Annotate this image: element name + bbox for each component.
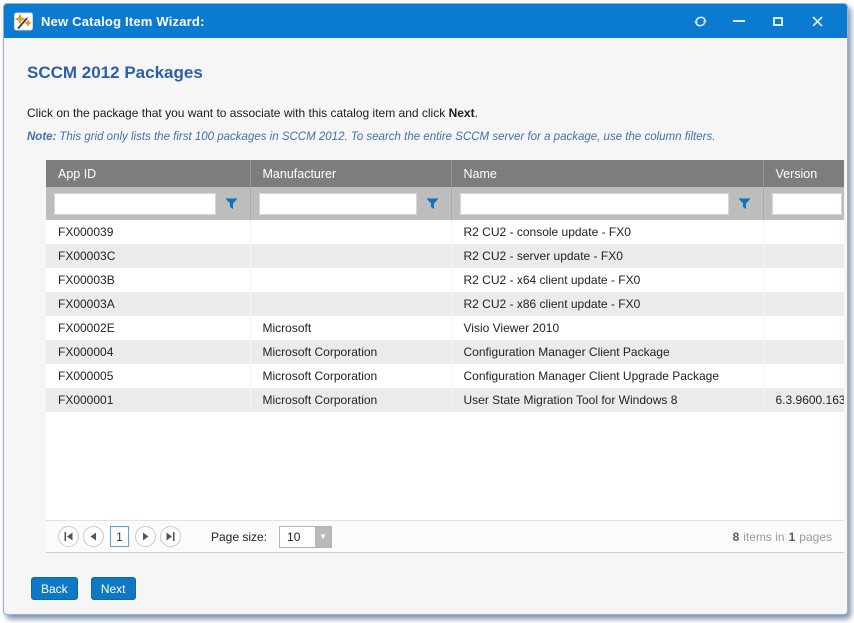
cell-manufacturer[interactable] bbox=[250, 292, 451, 316]
current-page-indicator[interactable]: 1 bbox=[110, 526, 129, 547]
table-row[interactable]: FX00003B R2 CU2 - x64 client update - FX… bbox=[46, 268, 844, 292]
filter-icon[interactable] bbox=[426, 198, 439, 210]
page-title: SCCM 2012 Packages bbox=[27, 63, 847, 83]
instruction-prefix: Click on the package that you want to as… bbox=[27, 106, 449, 120]
cell-manufacturer[interactable] bbox=[250, 268, 451, 292]
page-size-value: 10 bbox=[280, 527, 315, 547]
cell-name[interactable]: R2 CU2 - x64 client update - FX0 bbox=[451, 268, 763, 292]
cell-name[interactable]: R2 CU2 - console update - FX0 bbox=[451, 220, 763, 244]
next-button[interactable]: Next bbox=[91, 577, 136, 600]
screen: New Catalog Item Wizard: bbox=[0, 0, 854, 623]
packages-grid: App ID Manufacturer Name Version bbox=[46, 160, 844, 553]
pages-count: 1 bbox=[789, 530, 796, 544]
titlebar: New Catalog Item Wizard: bbox=[4, 4, 847, 38]
column-header-app-id[interactable]: App ID bbox=[46, 160, 250, 187]
table-row[interactable]: FX000001 Microsoft Corporation User Stat… bbox=[46, 388, 844, 412]
instruction-suffix: . bbox=[475, 106, 478, 120]
cell-name[interactable]: Visio Viewer 2010 bbox=[451, 316, 763, 340]
cell-manufacturer[interactable]: Microsoft Corporation bbox=[250, 388, 451, 412]
cell-app-id[interactable]: FX000039 bbox=[46, 220, 250, 244]
cell-version[interactable] bbox=[763, 220, 844, 244]
table-row[interactable]: FX000004 Microsoft Corporation Configura… bbox=[46, 340, 844, 364]
cell-app-id[interactable]: FX000001 bbox=[46, 388, 250, 412]
last-page-button[interactable] bbox=[160, 526, 181, 547]
wizard-window: New Catalog Item Wizard: bbox=[3, 3, 848, 615]
table-row[interactable]: FX00002E Microsoft Visio Viewer 2010 bbox=[46, 316, 844, 340]
column-header-version[interactable]: Version bbox=[763, 160, 844, 187]
filter-icon[interactable] bbox=[225, 198, 238, 210]
grid-clip: App ID Manufacturer Name Version bbox=[46, 160, 844, 412]
chevron-down-icon[interactable]: ▼ bbox=[315, 527, 331, 547]
note-label: Note: bbox=[27, 131, 56, 143]
cell-version[interactable] bbox=[763, 244, 844, 268]
cell-name[interactable]: R2 CU2 - x86 client update - FX0 bbox=[451, 292, 763, 316]
close-icon[interactable] bbox=[809, 13, 825, 29]
cell-name[interactable]: User State Migration Tool for Windows 8 bbox=[451, 388, 763, 412]
previous-page-button[interactable] bbox=[83, 526, 104, 547]
cell-manufacturer[interactable] bbox=[250, 220, 451, 244]
cell-manufacturer[interactable]: Microsoft bbox=[250, 316, 451, 340]
items-count: 8 bbox=[733, 530, 740, 544]
cell-manufacturer[interactable]: Microsoft Corporation bbox=[250, 340, 451, 364]
table-row[interactable]: FX00003A R2 CU2 - x86 client update - FX… bbox=[46, 292, 844, 316]
items-word: items in bbox=[743, 530, 784, 544]
cell-version[interactable] bbox=[763, 364, 844, 388]
filter-icon[interactable] bbox=[738, 198, 751, 210]
cell-name[interactable]: R2 CU2 - server update - FX0 bbox=[451, 244, 763, 268]
cell-app-id[interactable]: FX000005 bbox=[46, 364, 250, 388]
maximize-icon[interactable] bbox=[770, 13, 786, 29]
next-page-button[interactable] bbox=[135, 526, 156, 547]
pager-bar: 1 Page size: 10 ▼ 8 items in bbox=[46, 520, 844, 552]
note-body: This grid only lists the first 100 packa… bbox=[59, 131, 715, 143]
page-size-dropdown[interactable]: 10 ▼ bbox=[279, 526, 332, 548]
window-controls bbox=[692, 13, 825, 29]
grid-empty-area bbox=[46, 412, 844, 520]
table-row[interactable]: FX000039 R2 CU2 - console update - FX0 bbox=[46, 220, 844, 244]
cell-version[interactable] bbox=[763, 292, 844, 316]
instruction-text: Click on the package that you want to as… bbox=[27, 106, 847, 120]
cell-manufacturer[interactable] bbox=[250, 244, 451, 268]
wizard-app-icon bbox=[14, 12, 33, 31]
name-filter-input[interactable] bbox=[460, 193, 729, 215]
cell-version[interactable] bbox=[763, 340, 844, 364]
cell-app-id[interactable]: FX00003C bbox=[46, 244, 250, 268]
cell-app-id[interactable]: FX00003A bbox=[46, 292, 250, 316]
pager-summary: 8 items in 1 pages bbox=[733, 530, 832, 544]
cell-version[interactable]: 6.3.9600.16384 bbox=[763, 388, 844, 412]
column-header-manufacturer[interactable]: Manufacturer bbox=[250, 160, 451, 187]
grid-header-row: App ID Manufacturer Name Version bbox=[46, 160, 844, 187]
app-id-filter-input[interactable] bbox=[54, 193, 216, 215]
cell-app-id[interactable]: FX00003B bbox=[46, 268, 250, 292]
table-row[interactable]: FX00003C R2 CU2 - server update - FX0 bbox=[46, 244, 844, 268]
grid-filter-row bbox=[46, 187, 844, 220]
column-header-name[interactable]: Name bbox=[451, 160, 763, 187]
cell-manufacturer[interactable]: Microsoft Corporation bbox=[250, 364, 451, 388]
window-title: New Catalog Item Wizard: bbox=[41, 14, 205, 29]
cell-app-id[interactable]: FX000004 bbox=[46, 340, 250, 364]
cell-version[interactable] bbox=[763, 268, 844, 292]
note-text: Note:This grid only lists the first 100 … bbox=[27, 131, 847, 143]
wizard-footer: Back Next bbox=[31, 577, 847, 600]
wizard-body: SCCM 2012 Packages Click on the package … bbox=[4, 63, 847, 600]
pages-word: pages bbox=[799, 530, 832, 544]
cell-name[interactable]: Configuration Manager Client Package bbox=[451, 340, 763, 364]
refresh-icon[interactable] bbox=[692, 13, 708, 29]
first-page-button[interactable] bbox=[58, 526, 79, 547]
version-filter-input[interactable] bbox=[772, 193, 843, 215]
page-size-label: Page size: bbox=[211, 530, 267, 544]
table-row[interactable]: FX000005 Microsoft Corporation Configura… bbox=[46, 364, 844, 388]
cell-version[interactable] bbox=[763, 316, 844, 340]
cell-name[interactable]: Configuration Manager Client Upgrade Pac… bbox=[451, 364, 763, 388]
cell-app-id[interactable]: FX00002E bbox=[46, 316, 250, 340]
back-button[interactable]: Back bbox=[31, 577, 78, 600]
minimize-icon[interactable] bbox=[731, 13, 747, 29]
manufacturer-filter-input[interactable] bbox=[259, 193, 417, 215]
instruction-next-word: Next bbox=[449, 106, 475, 120]
